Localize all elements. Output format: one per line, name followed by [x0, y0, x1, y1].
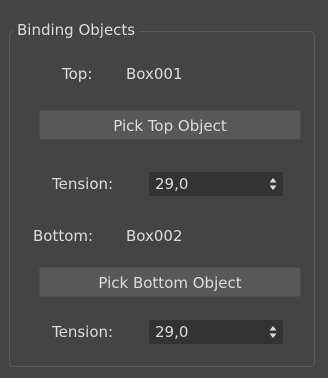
- top-tension-value[interactable]: 29,0: [155, 172, 188, 196]
- bottom-object-value: Box002: [126, 227, 183, 245]
- spinner-arrows-icon[interactable]: [269, 325, 277, 339]
- bottom-tension-spinner[interactable]: 29,0: [149, 320, 283, 344]
- bottom-tension-value[interactable]: 29,0: [155, 320, 188, 344]
- top-label: Top:: [62, 65, 93, 83]
- bottom-label: Bottom:: [33, 227, 94, 245]
- spinner-arrows-icon[interactable]: [269, 177, 277, 191]
- top-object-value: Box001: [126, 65, 183, 83]
- top-tension-label: Tension:: [52, 175, 114, 193]
- pick-top-object-button[interactable]: Pick Top Object: [39, 110, 301, 140]
- pick-bottom-object-button[interactable]: Pick Bottom Object: [39, 267, 301, 297]
- binding-objects-panel: Binding Objects Top: Box001 Pick Top Obj…: [0, 0, 328, 378]
- bottom-tension-label: Tension:: [52, 323, 114, 341]
- group-title: Binding Objects: [14, 20, 140, 40]
- top-tension-spinner[interactable]: 29,0: [149, 172, 283, 196]
